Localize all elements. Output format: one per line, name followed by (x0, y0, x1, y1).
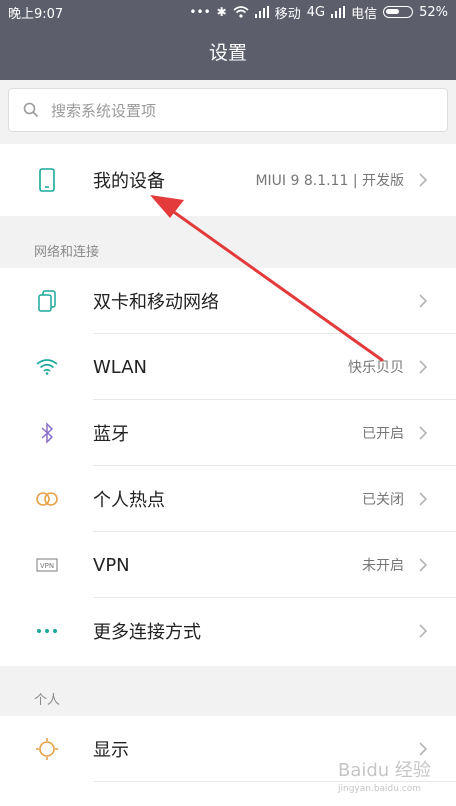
watermark-sub: jingyan.baidu.com (338, 784, 422, 794)
my-device-row[interactable]: 我的设备 MIUI 9 8.1.11 | 开发版 (0, 144, 456, 216)
status-time: 晚上9:07 (8, 6, 64, 22)
my-device-value: MIUI 9 8.1.11 | 开发版 (255, 173, 404, 189)
personal-item-label: 显示 (93, 740, 129, 761)
chevron-right-icon (419, 558, 428, 572)
status-bar: 晚上9:07 ••• ✱ 移动 4G 电信 52% (0, 0, 456, 24)
vpn-icon: VPN (34, 552, 60, 578)
search-icon (23, 102, 39, 118)
more-dots-icon (34, 618, 60, 644)
dual-sim-icon (34, 288, 60, 314)
phone-icon (34, 167, 60, 193)
network-item-value: 已关闭 (362, 492, 404, 508)
watermark-main: Baidu 经验 (338, 760, 431, 781)
network-item[interactable]: VPN VPN 未开启 (0, 532, 456, 598)
chevron-right-icon (419, 360, 428, 374)
network-item-label: 蓝牙 (93, 424, 129, 445)
network-item-label: 双卡和移动网络 (93, 292, 219, 313)
chevron-right-icon (419, 624, 428, 638)
chevron-right-icon (419, 426, 428, 440)
carrier-1: 移动 (274, 6, 301, 22)
chevron-right-icon (419, 742, 428, 756)
svg-text:VPN: VPN (40, 562, 54, 570)
wifi-status-icon (233, 6, 249, 18)
wifi-icon (34, 354, 60, 380)
my-device-label: 我的设备 (93, 171, 165, 192)
network-item[interactable]: 更多连接方式 (0, 598, 456, 664)
device-card: 我的设备 MIUI 9 8.1.11 | 开发版 (0, 144, 456, 216)
top-bar: 晚上9:07 ••• ✱ 移动 4G 电信 52% 设置 (0, 0, 456, 80)
battery-icon (383, 6, 414, 18)
network-item-label: WLAN (93, 356, 148, 378)
section-personal-label: 个人 (34, 693, 61, 708)
signal-icon-2 (331, 6, 346, 18)
network-card: 双卡和移动网络 WLAN 快乐贝贝 蓝牙 已开启 个人热点 已关闭 VPN VP… (0, 268, 456, 666)
network-item-value: 快乐贝贝 (348, 360, 404, 376)
section-network-label: 网络和连接 (34, 245, 100, 260)
more-notifications-icon: ••• (189, 5, 211, 19)
network-item-label: 更多连接方式 (93, 622, 201, 643)
network-item[interactable]: 个人热点 已关闭 (0, 466, 456, 532)
baidu-watermark: Baidu 经验 jingyan.baidu.com (338, 756, 431, 794)
brightness-icon (34, 736, 60, 762)
signal-icon (254, 6, 269, 18)
chevron-right-icon (419, 492, 428, 506)
status-indicators: ••• ✱ 移动 4G 电信 52% (189, 3, 448, 22)
bluetooth-status-icon: ✱ (216, 5, 227, 19)
network-item[interactable]: WLAN 快乐贝贝 (0, 334, 456, 400)
network-item-value: 未开启 (362, 558, 404, 574)
page-title: 设置 (208, 42, 247, 64)
hotspot-icon (34, 486, 60, 512)
search-input[interactable]: 搜索系统设置项 (8, 88, 448, 132)
chevron-right-icon (419, 173, 428, 187)
battery-percent: 52% (419, 4, 448, 20)
network-type: 4G (306, 4, 326, 20)
network-item-value: 已开启 (362, 426, 404, 442)
network-item-label: 个人热点 (93, 490, 165, 511)
network-item[interactable]: 蓝牙 已开启 (0, 400, 456, 466)
chevron-right-icon (419, 294, 428, 308)
bluetooth-icon (34, 420, 60, 446)
carrier-2: 电信 (351, 6, 378, 22)
network-item[interactable]: 双卡和移动网络 (0, 268, 456, 334)
network-item-label: VPN (93, 554, 130, 576)
search-placeholder: 搜索系统设置项 (51, 101, 157, 120)
